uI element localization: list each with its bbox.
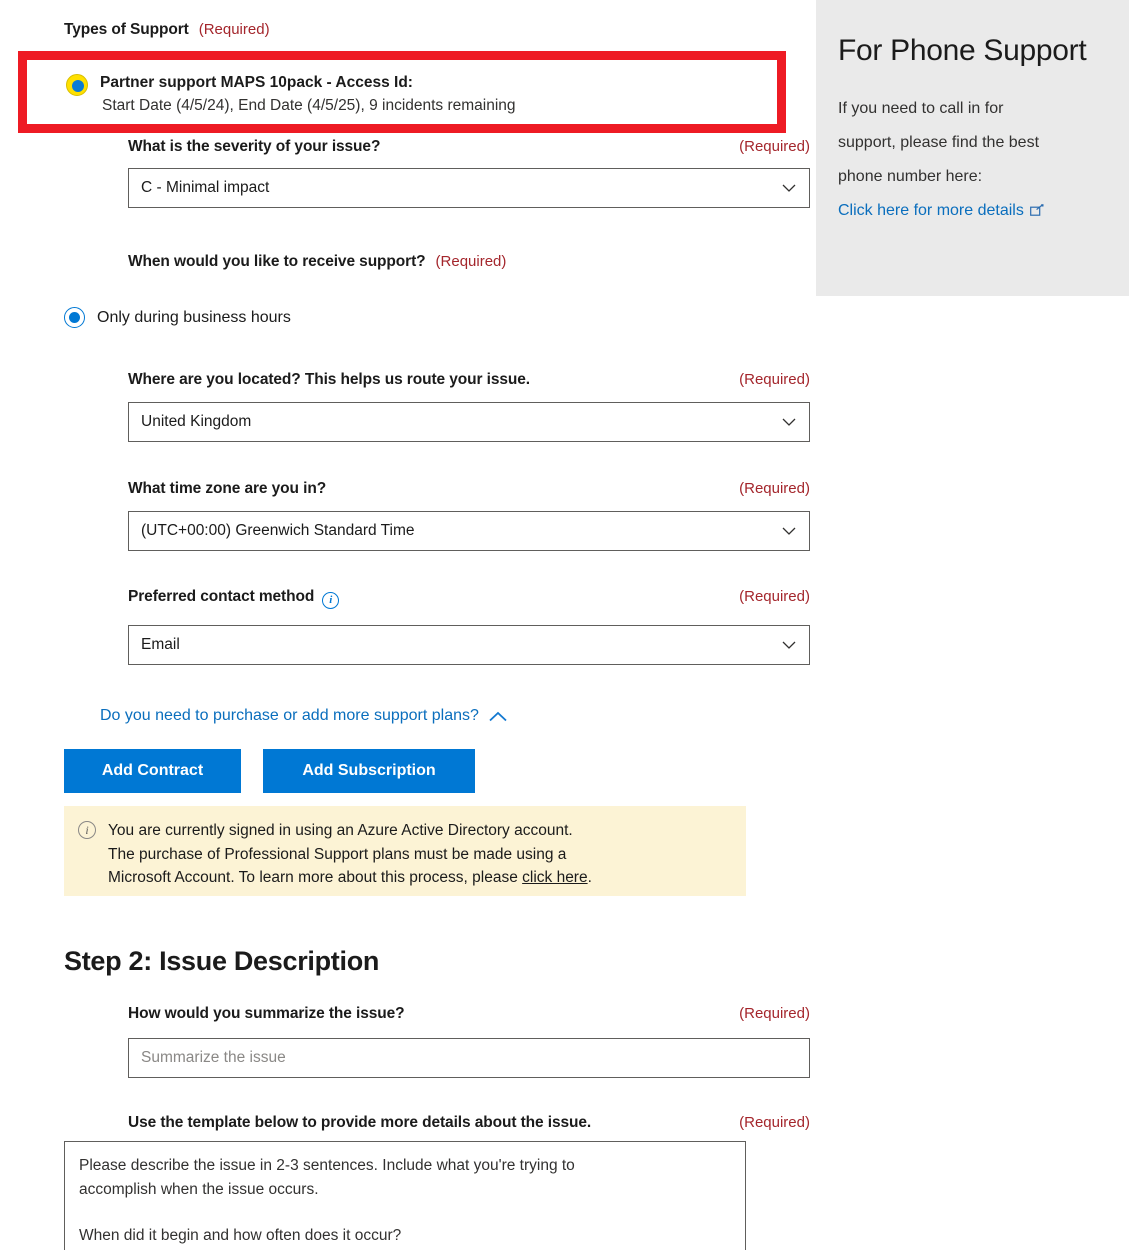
summary-required: (Required) (739, 1005, 810, 1022)
plan-details: Start Date (4/5/24), End Date (4/5/25), … (102, 97, 516, 115)
radio-selected-icon[interactable] (64, 307, 85, 328)
chevron-up-icon (489, 710, 507, 722)
radio-business-hours[interactable]: Only during business hours (64, 307, 291, 328)
chevron-down-icon (781, 523, 797, 539)
location-label: Where are you located? This helps us rou… (128, 371, 531, 388)
details-required: (Required) (739, 1114, 810, 1131)
form-column: Types of Support (Required) Partner supp… (0, 0, 816, 1250)
plan-text: Partner support MAPS 10pack - Access Id:… (100, 72, 516, 117)
location-label-row: Where are you located? This helps us rou… (128, 371, 810, 389)
alert-line-3-before: Microsoft Account. To learn more about t… (108, 869, 523, 887)
timezone-required: (Required) (739, 480, 810, 497)
timezone-label: What time zone are you in? (128, 480, 327, 497)
add-subscription-button[interactable]: Add Subscription (263, 749, 475, 793)
phone-support-panel: For Phone Support If you need to call in… (816, 0, 1129, 296)
radio-selected-icon[interactable] (66, 74, 88, 96)
details-spacer (79, 1202, 731, 1224)
contact-method-value: Email (141, 636, 180, 653)
contact-method-label-row: Preferred contact method i (Required) (128, 588, 810, 609)
types-of-support-label: Types of Support (64, 21, 189, 38)
support-time-label-row: When would you like to receive support? … (128, 253, 506, 271)
timezone-value: (UTC+00:00) Greenwich Standard Time (141, 522, 415, 539)
contact-method-label: Preferred contact method (128, 588, 315, 605)
step2-title: Step 2: Issue Description (64, 946, 380, 976)
timezone-label-row: What time zone are you in? (Required) (128, 480, 810, 498)
contact-method-select[interactable]: Email (128, 625, 810, 665)
contact-method-required: (Required) (739, 588, 810, 605)
info-icon: i (78, 821, 96, 839)
details-line-2: accomplish when the issue occurs. (79, 1181, 319, 1199)
alert-text: You are currently signed in using an Azu… (108, 819, 592, 896)
summary-label: How would you summarize the issue? (128, 1005, 405, 1022)
issue-details-textarea[interactable]: Please describe the issue in 2-3 sentenc… (64, 1141, 746, 1250)
phone-support-title: For Phone Support (838, 34, 1087, 67)
types-of-support-label-row: Types of Support (Required) (64, 21, 270, 39)
timezone-select[interactable]: (UTC+00:00) Greenwich Standard Time (128, 511, 810, 551)
add-contract-button[interactable]: Add Contract (64, 749, 241, 793)
details-line-3: When did it begin and how often does it … (79, 1227, 402, 1245)
chevron-down-icon (781, 637, 797, 653)
location-select[interactable]: United Kingdom (128, 402, 810, 442)
phone-support-line-1: If you need to call in for (838, 100, 1004, 117)
plan-title: Partner support MAPS 10pack - Access Id: (100, 74, 413, 91)
severity-select[interactable]: C - Minimal impact (128, 168, 810, 208)
info-alert: i You are currently signed in using an A… (64, 806, 746, 896)
purchase-plans-expander-label: Do you need to purchase or add more supp… (100, 707, 479, 724)
details-line-1: Please describe the issue in 2-3 sentenc… (79, 1157, 575, 1174)
support-plan-radio-option[interactable]: Partner support MAPS 10pack - Access Id:… (66, 72, 516, 117)
severity-label-row: What is the severity of your issue? (Req… (128, 138, 810, 156)
support-request-page: Types of Support (Required) Partner supp… (0, 0, 1129, 1250)
types-of-support-required: (Required) (198, 21, 270, 38)
radio-business-hours-label: Only during business hours (97, 308, 291, 326)
severity-label: What is the severity of your issue? (128, 138, 381, 155)
location-required: (Required) (739, 371, 810, 388)
chevron-down-icon (781, 180, 797, 196)
details-label: Use the template below to provide more d… (128, 1114, 592, 1131)
chevron-down-icon (781, 414, 797, 430)
location-value: United Kingdom (141, 413, 252, 430)
alert-line-3-after: . (587, 869, 592, 887)
phone-support-link[interactable]: Click here for more details (838, 202, 1024, 219)
summary-label-row: How would you summarize the issue? (Requ… (128, 1005, 810, 1023)
summary-placeholder: Summarize the issue (141, 1049, 286, 1066)
external-link-icon (1029, 195, 1044, 216)
alert-line-2: The purchase of Professional Support pla… (108, 845, 567, 863)
alert-click-here-link[interactable]: click here (522, 869, 587, 886)
phone-support-line-2: support, please find the best (838, 133, 1040, 151)
phone-support-link-wrap: Click here for more details (838, 202, 1044, 219)
info-icon[interactable]: i (322, 592, 340, 609)
details-label-row: Use the template below to provide more d… (128, 1114, 810, 1132)
support-time-label: When would you like to receive support? (128, 253, 426, 270)
summary-input[interactable]: Summarize the issue (128, 1038, 810, 1078)
support-time-required: (Required) (435, 253, 507, 270)
alert-line-1: You are currently signed in using an Azu… (108, 822, 573, 839)
severity-value: C - Minimal impact (141, 179, 270, 196)
severity-required: (Required) (739, 138, 810, 155)
purchase-plans-expander[interactable]: Do you need to purchase or add more supp… (100, 707, 507, 725)
phone-support-line-3: phone number here: (838, 167, 983, 185)
phone-support-body: If you need to call in for support, plea… (838, 92, 1107, 228)
